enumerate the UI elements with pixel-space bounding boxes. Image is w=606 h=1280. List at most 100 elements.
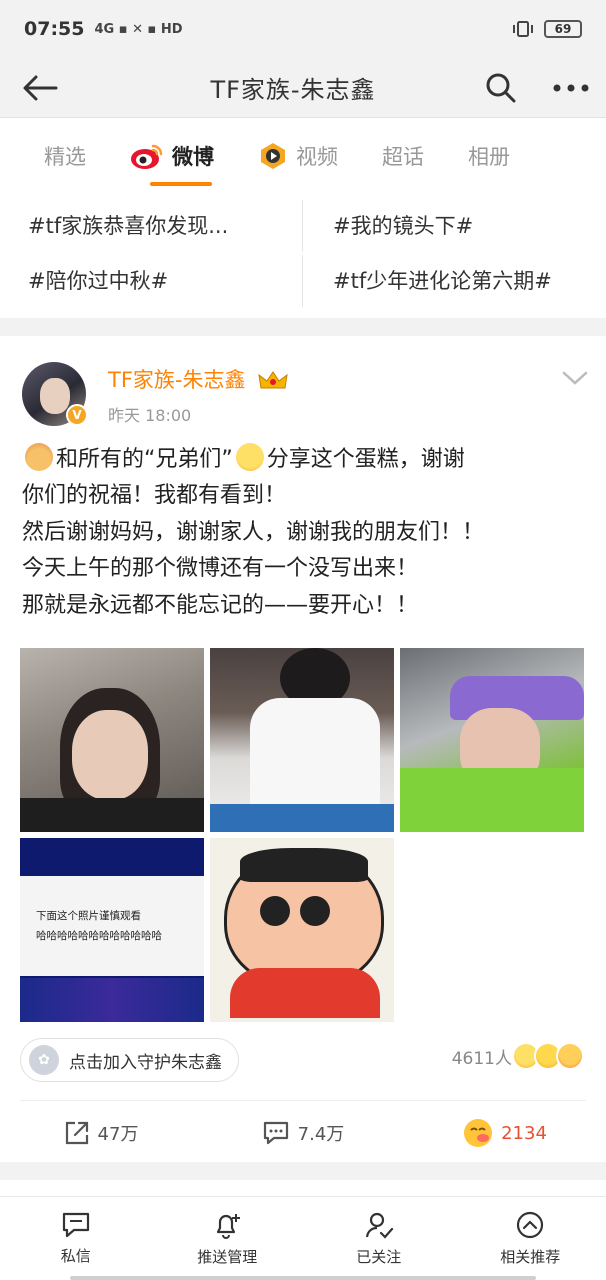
post-time: 昨天 18:00: [108, 406, 192, 425]
crown-badge-icon: [258, 371, 288, 389]
post-header: V TF家族-朱志鑫 昨天 18:00: [0, 350, 606, 440]
nav-recommend[interactable]: 相关推荐: [455, 1197, 606, 1280]
status-bar: 07:55 4G ▪ ✕ ▪ HD 69: [0, 0, 606, 58]
photo-thumbnail[interactable]: [210, 648, 394, 832]
back-button[interactable]: [0, 58, 80, 118]
tab-weibo[interactable]: 微博: [130, 120, 214, 192]
guard-flower-icon: ✿: [29, 1045, 59, 1075]
repost-count: 47万: [97, 1124, 139, 1145]
message-icon: [62, 1212, 89, 1238]
post-text-line: 然后谢谢妈妈，谢谢家人，谢谢我的朋友们！！: [22, 519, 485, 545]
photo-caption-card: 下面这个照片谨慎观看 哈哈哈哈哈哈哈哈哈哈哈哈: [20, 876, 204, 976]
repost-button[interactable]: 47万: [0, 1104, 202, 1162]
post-text-line: 你们的祝福！我都有看到！: [22, 483, 287, 509]
grin-emoji-icon: [235, 443, 264, 471]
tab-label: 视频: [296, 145, 338, 169]
status-time: 07:55: [24, 18, 85, 40]
active-tab-indicator: [150, 182, 212, 186]
topic-link[interactable]: #陪你过中秋#: [0, 255, 302, 307]
reaction-count: 4611人: [451, 1048, 512, 1069]
verified-badge-icon: V: [66, 404, 88, 426]
divider: [20, 1100, 586, 1101]
share-icon: [65, 1121, 88, 1145]
cartoon-shirt: [230, 968, 380, 1018]
tab-video[interactable]: 视频: [258, 120, 338, 192]
more-dots-icon: [553, 84, 589, 91]
nav-label: 已关注: [356, 1248, 402, 1266]
tab-label: 微博: [172, 145, 214, 169]
bell-plus-icon: [217, 1214, 241, 1239]
like-count: 2134: [501, 1122, 547, 1144]
nav-label: 相关推荐: [500, 1248, 561, 1266]
back-arrow-icon: [23, 75, 58, 100]
topic-link[interactable]: #tf家族恭喜你发现...: [0, 200, 302, 252]
reaction-summary[interactable]: 4611人: [452, 1042, 584, 1070]
chevron-down-icon: [562, 371, 588, 385]
top-bar: TF家族-朱志鑫: [0, 58, 606, 118]
photo-figure: [72, 710, 148, 800]
topic-link[interactable]: #我的镜头下#: [302, 200, 606, 252]
search-button[interactable]: [466, 58, 536, 118]
like-button[interactable]: 2134: [404, 1104, 606, 1162]
nav-push-settings[interactable]: 推送管理: [152, 1197, 304, 1280]
profile-tabs: 精选 微博 视频 超话 相册: [0, 120, 606, 192]
join-guard-label: 点击加入守护朱志鑫: [69, 1052, 222, 1073]
photo-figure: [20, 798, 204, 832]
tab-label: 超话: [382, 145, 424, 169]
battery-icon: 69: [544, 20, 582, 38]
text-segment: 分享这个蛋糕，谢谢: [266, 447, 465, 472]
photo-thumbnail[interactable]: 下面这个照片谨慎观看 哈哈哈哈哈哈哈哈哈哈哈哈: [20, 838, 204, 1022]
avatar-face: [40, 378, 70, 414]
tab-album[interactable]: 相册: [468, 120, 510, 192]
photo-thumbnail[interactable]: [20, 648, 204, 832]
photo-caption-line: 哈哈哈哈哈哈哈哈哈哈哈哈: [36, 930, 162, 942]
weibo-logo-icon: [131, 144, 163, 169]
author-name[interactable]: TF家族-朱志鑫: [108, 364, 288, 394]
chevron-up-circle-icon: [517, 1211, 544, 1239]
post-text-line: 今天上午的那个微博还有一个没写出来！: [22, 556, 419, 582]
nav-label: 私信: [60, 1247, 91, 1265]
nav-label: 推送管理: [197, 1248, 258, 1266]
tab-featured[interactable]: 精选: [44, 120, 86, 192]
photo-figure: [250, 698, 380, 808]
cartoon-eye: [260, 896, 290, 926]
more-button[interactable]: [536, 58, 606, 118]
nav-message[interactable]: 私信: [0, 1197, 152, 1280]
author-name-text: TF家族-朱志鑫: [108, 368, 246, 392]
tab-label: 相册: [468, 145, 510, 169]
vibrate-icon: [513, 21, 533, 37]
comment-count: 7.4万: [297, 1124, 345, 1145]
tab-supertopic[interactable]: 超话: [382, 120, 424, 192]
cartoon-hair: [240, 848, 368, 882]
like-emoji-icon: [464, 1119, 493, 1147]
photo-thumbnail[interactable]: [400, 648, 584, 832]
photo-figure: [20, 978, 204, 1022]
post-text-line: 和所有的“兄弟们” 分享这个蛋糕，谢谢: [22, 442, 592, 478]
blush-emoji-icon: [556, 1042, 584, 1070]
photo-figure: [400, 768, 584, 832]
post-text: 和所有的“兄弟们” 分享这个蛋糕，谢谢 你们的祝福！我都有看到！ 然后谢谢妈妈，谢…: [22, 442, 592, 624]
nav-followed[interactable]: 已关注: [303, 1197, 455, 1280]
topic-link[interactable]: #tf少年进化论第六期#: [302, 255, 606, 307]
page-title: TF家族-朱志鑫: [210, 76, 376, 104]
post-menu-button[interactable]: [562, 370, 588, 389]
post-text-line: 那就是永远都不能忘记的——要开心！！: [22, 592, 419, 618]
comment-icon: [263, 1121, 288, 1145]
post-action-bar: 47万 7.4万 2134: [0, 1104, 606, 1162]
photo-figure: [210, 804, 394, 832]
photo-caption-line: 下面这个照片谨慎观看: [36, 910, 141, 922]
video-play-icon: [261, 143, 285, 169]
bottom-nav: 私信 推送管理 已关注 相关推荐: [0, 1196, 606, 1280]
text-segment: 和所有的“兄弟们”: [56, 447, 233, 472]
reaction-emojis: [512, 1042, 584, 1070]
photo-grid: 下面这个照片谨慎观看 哈哈哈哈哈哈哈哈哈哈哈哈: [20, 648, 584, 1022]
comment-button[interactable]: 7.4万: [202, 1104, 404, 1162]
signal-icons: 4G ▪ ✕ ▪ HD: [94, 21, 183, 37]
section-divider: [0, 318, 606, 336]
tab-label: 精选: [44, 145, 86, 169]
cake-emoji-icon: [25, 443, 53, 471]
photo-thumbnail[interactable]: [210, 838, 394, 1022]
user-check-icon: [365, 1212, 393, 1239]
join-guard-button[interactable]: ✿ 点击加入守护朱志鑫: [20, 1038, 239, 1082]
section-divider: [0, 1162, 606, 1180]
